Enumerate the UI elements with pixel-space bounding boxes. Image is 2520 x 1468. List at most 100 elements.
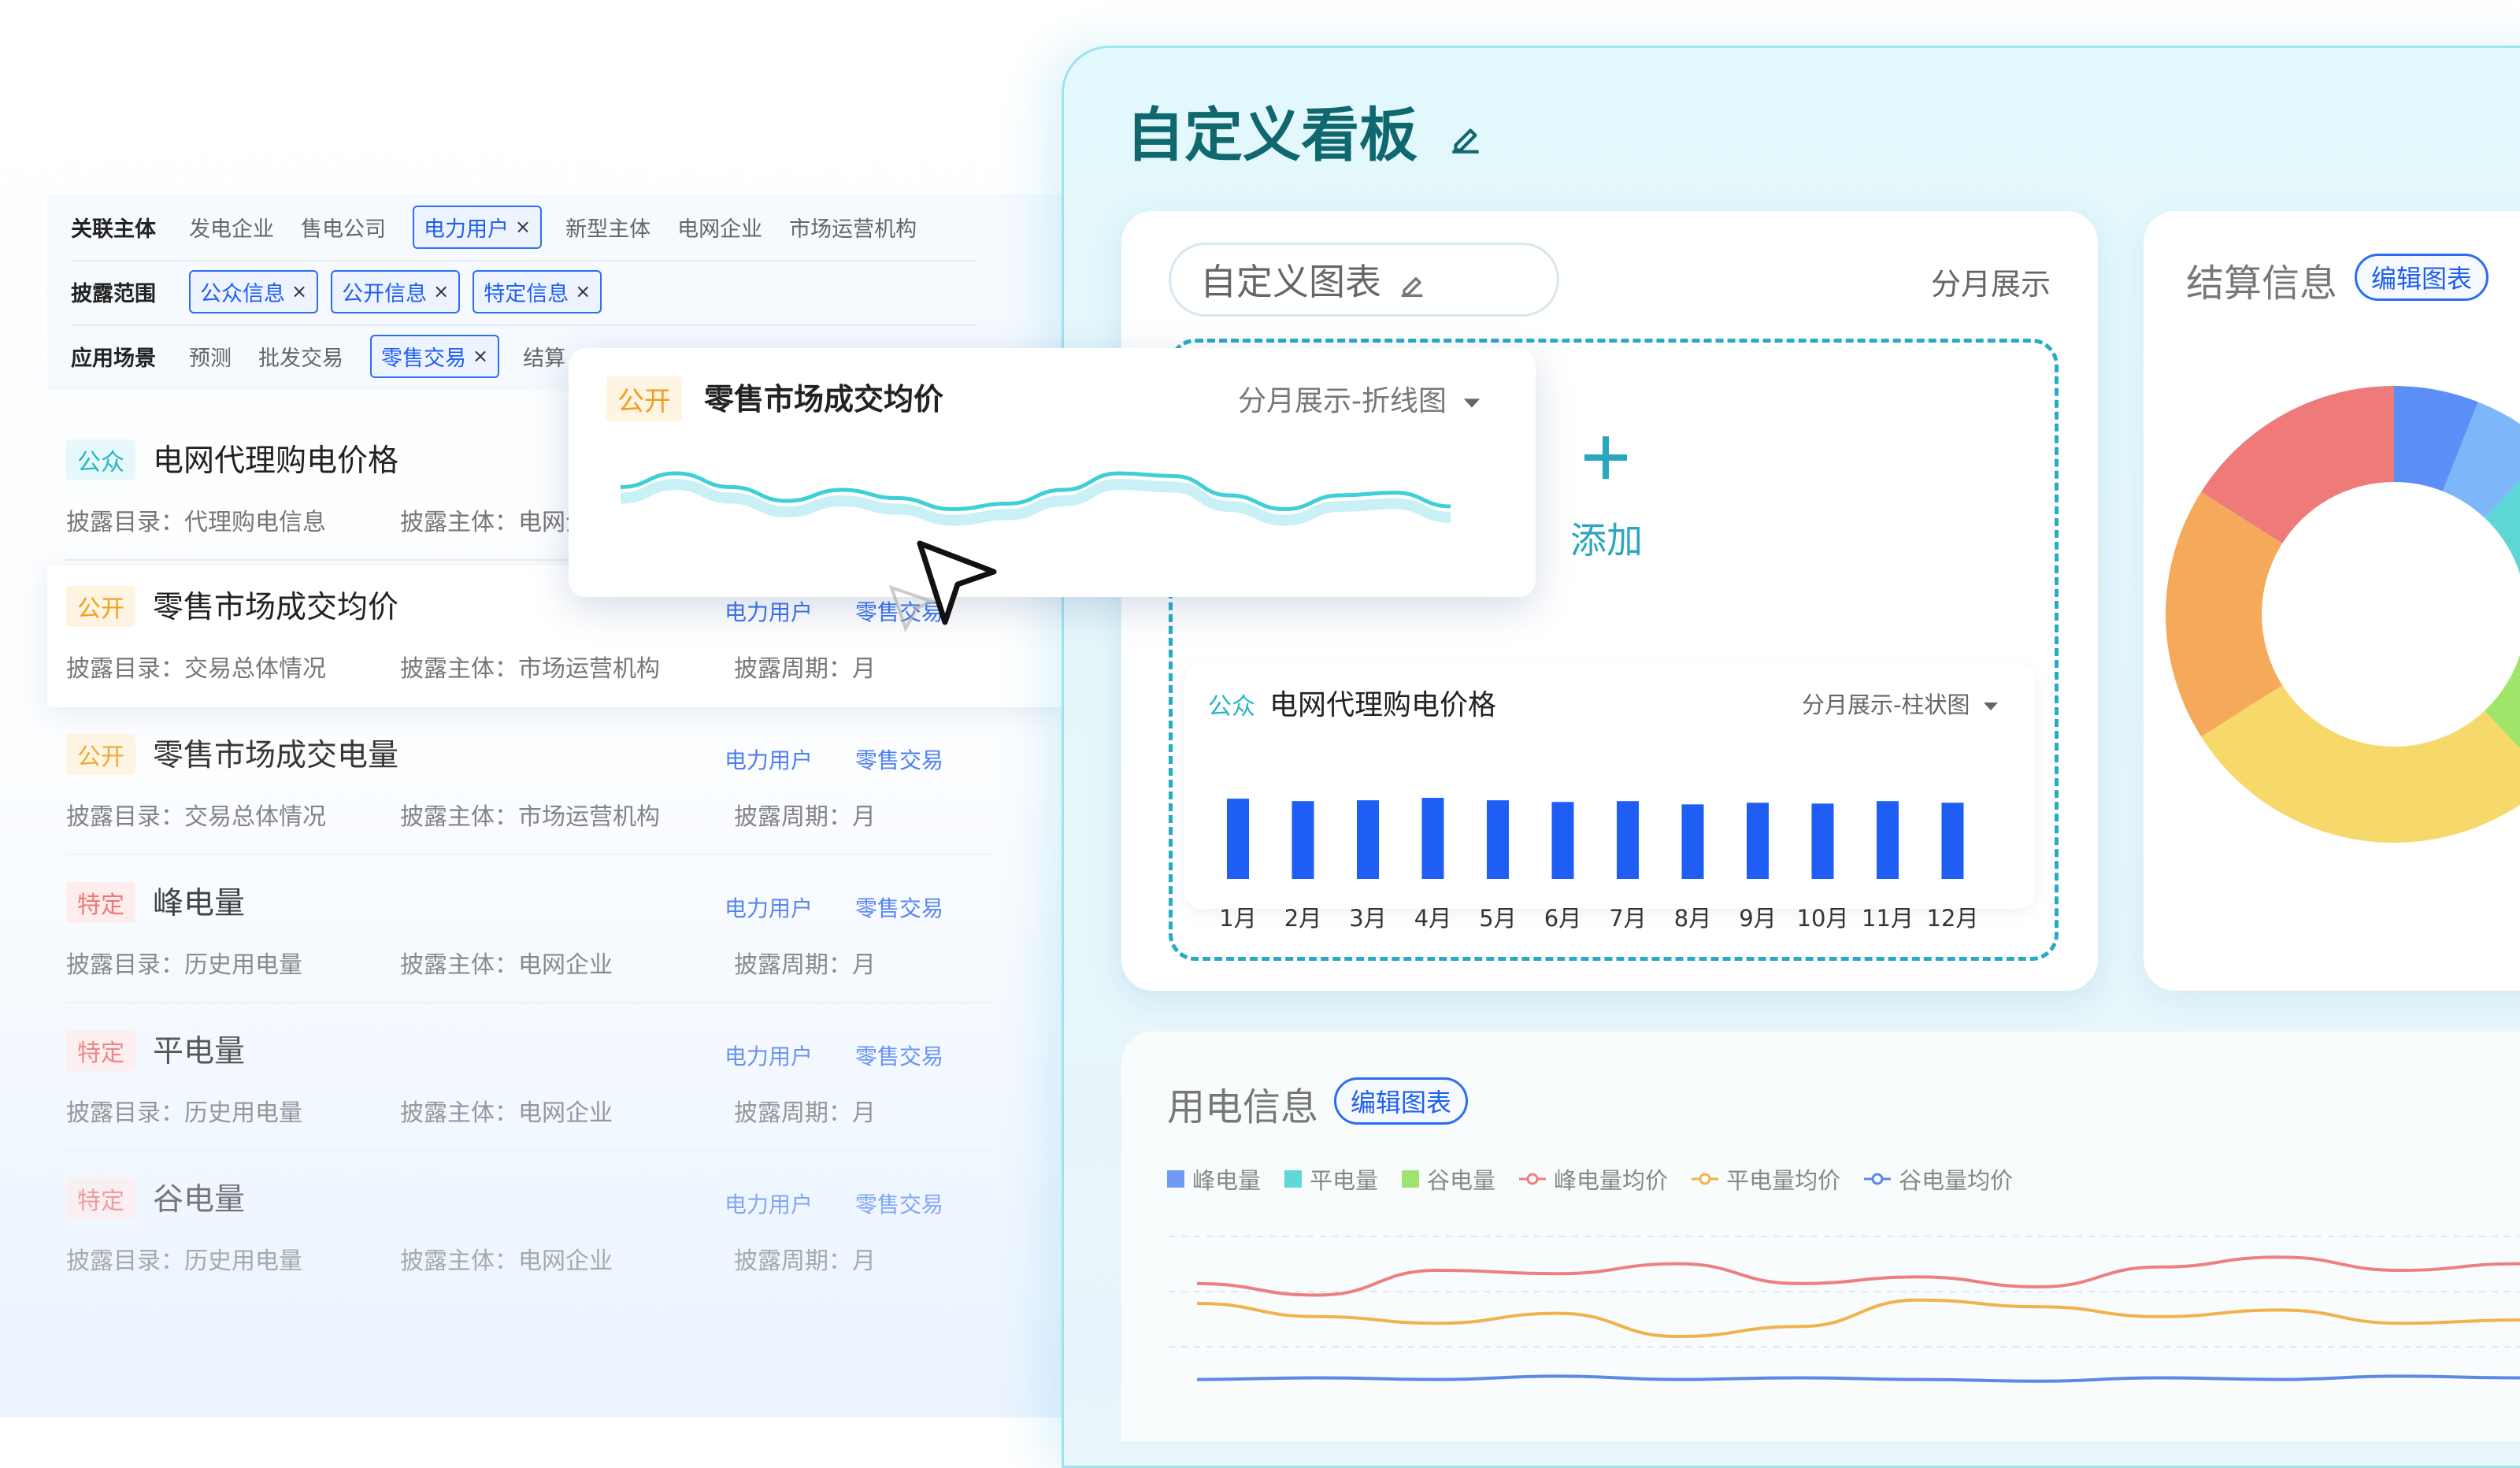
x-tick-label: 9月	[1739, 905, 1776, 932]
legend-label: 谷电量	[1427, 1167, 1496, 1194]
list-item[interactable]: 特定 谷电量 电力用户 零售交易 披露目录：历史用电量 披露主体：电网企业 披露…	[47, 1158, 1071, 1299]
filter-option[interactable]: 预测	[189, 341, 232, 372]
item-tag: 电力用户	[724, 1192, 813, 1218]
x-tick-label: 1月	[1219, 905, 1256, 932]
filter-chip-selected[interactable]: 公开信息 ×	[331, 269, 461, 313]
filter-option[interactable]: 新型主体	[565, 212, 650, 243]
x-tick-label: 4月	[1414, 905, 1451, 932]
display-mode[interactable]: 分月展示	[1931, 260, 2051, 303]
chip-label: 特定信息	[484, 281, 569, 306]
legend-item[interactable]: 平电量均价	[1692, 1162, 1840, 1196]
filter-chip-selected[interactable]: 公众信息 ×	[189, 269, 319, 313]
badge-specific: 特定	[66, 1178, 135, 1219]
mouse-cursor-icon	[888, 540, 997, 632]
legend-item[interactable]: 谷电量	[1402, 1162, 1495, 1196]
bar	[1877, 801, 1899, 879]
bar	[1617, 801, 1639, 879]
legend-line-icon	[1864, 1173, 1892, 1185]
legend-item[interactable]: 平电量	[1284, 1162, 1378, 1196]
legend-item[interactable]: 峰电量	[1167, 1162, 1261, 1196]
badge-public: 公众	[66, 439, 135, 480]
badge-specific: 特定	[66, 882, 135, 923]
item-catalog: 披露目录：代理购电信息	[66, 509, 326, 536]
bar	[1487, 800, 1509, 879]
edit-icon[interactable]	[1396, 269, 1428, 301]
close-icon[interactable]: ×	[433, 280, 449, 302]
chip-label: 电力用户	[424, 217, 509, 242]
legend-item[interactable]: 峰电量均价	[1519, 1162, 1668, 1196]
filter-option[interactable]: 售电公司	[301, 212, 386, 243]
chip-label: 公开信息	[342, 281, 428, 306]
bar	[1747, 803, 1769, 879]
badge-open: 公开	[66, 586, 135, 627]
list-item[interactable]: 特定 峰电量 电力用户 零售交易 披露目录：历史用电量 披露主体：电网企业 披露…	[47, 862, 1071, 1003]
badge-specific: 特定	[66, 1030, 135, 1071]
close-icon[interactable]: ×	[575, 280, 591, 302]
item-tag: 电力用户	[724, 599, 813, 625]
legend-label: 峰电量	[1192, 1167, 1262, 1194]
bar	[1551, 802, 1574, 879]
filter-label: 关联主体	[71, 217, 156, 242]
bar-chart: 1月 2月 3月 4月 5月 6月 7月 8月 9月 10月 11月 12月	[1219, 798, 1979, 932]
filter-option[interactable]: 发电企业	[189, 212, 274, 243]
item-period: 披露周期：月	[734, 951, 876, 979]
series-line	[1196, 1374, 2520, 1383]
divider	[66, 1150, 992, 1151]
donut-slice	[2201, 685, 2520, 843]
legend-label: 平电量均价	[1726, 1167, 1841, 1194]
filter-option[interactable]: 市场运营机构	[789, 212, 917, 243]
item-subject: 披露主体：电网企业	[400, 951, 613, 979]
x-tick-label: 5月	[1479, 905, 1516, 932]
x-tick-label: 8月	[1674, 905, 1711, 932]
filter-option[interactable]: 批发交易	[258, 341, 343, 372]
plus-icon[interactable]	[1578, 430, 1633, 485]
legend-swatch-icon	[1284, 1170, 1303, 1188]
x-tick-label: 12月	[1927, 905, 1979, 932]
edit-chart-button[interactable]: 编辑图表	[1334, 1077, 1469, 1125]
filter-row-scenario: 应用场景 预测 批发交易 零售交易 × 结算	[71, 332, 592, 380]
sparkline-chart	[620, 471, 1451, 526]
filter-chip-selected[interactable]: 特定信息 ×	[472, 269, 602, 313]
filter-chip-selected[interactable]: 电力用户 ×	[413, 205, 543, 249]
filter-option[interactable]: 电网企业	[677, 212, 762, 243]
list-item[interactable]: 公开 零售市场成交电量 电力用户 零售交易 披露目录：交易总体情况 披露主体：市…	[47, 714, 1071, 855]
item-catalog: 披露目录：历史用电量	[66, 1247, 302, 1275]
legend-line-icon	[1519, 1173, 1547, 1185]
legend-item[interactable]: 谷电量均价	[1864, 1162, 2013, 1196]
close-icon[interactable]: ×	[291, 280, 307, 302]
line-chart	[1169, 1236, 2520, 1383]
list-item[interactable]: 特定 平电量 电力用户 零售交易 披露目录：历史用电量 披露主体：电网企业 披露…	[47, 1010, 1071, 1151]
item-period: 披露周期：月	[734, 803, 876, 831]
power-info-title: 用电信息	[1167, 1085, 1319, 1129]
divider	[66, 1002, 992, 1003]
bar	[1292, 801, 1314, 879]
edit-icon[interactable]	[1446, 119, 1485, 158]
close-icon[interactable]: ×	[472, 345, 488, 367]
item-title: 平电量	[153, 1034, 246, 1069]
badge-open: 公开	[606, 376, 682, 421]
item-catalog: 披露目录：交易总体情况	[66, 803, 326, 831]
filter-chip-selected[interactable]: 零售交易 ×	[370, 334, 500, 378]
caret-down-icon	[1464, 399, 1480, 408]
filter-option[interactable]: 结算	[523, 341, 565, 372]
bar	[1811, 803, 1834, 879]
popup-title: 零售市场成交均价	[704, 382, 944, 417]
chart-mode-label: 分月展示-折线图	[1238, 385, 1447, 417]
chart-mode-dropdown[interactable]: 分月展示-折线图	[1238, 378, 1482, 419]
chart-name-text: 自定义图表	[1200, 261, 1381, 303]
item-subject: 披露主体：市场运营机构	[400, 655, 660, 683]
edit-chart-button[interactable]: 编辑图表	[2355, 254, 2489, 301]
chart-name[interactable]: 自定义图表	[1200, 254, 1428, 306]
item-catalog: 披露目录：历史用电量	[66, 951, 302, 979]
item-title: 电网代理购电价格	[153, 443, 399, 479]
close-icon[interactable]: ×	[515, 216, 531, 238]
legend-swatch-icon	[1167, 1170, 1184, 1188]
donut-chart	[2166, 386, 2520, 843]
item-tag: 电力用户	[724, 1044, 813, 1069]
settlement-title: 结算信息	[2186, 261, 2338, 306]
item-subject: 披露主体：电网企业	[400, 1247, 613, 1275]
item-tag: 零售交易	[855, 747, 944, 773]
item-title: 峰电量	[153, 886, 246, 921]
bar	[1941, 803, 1964, 879]
add-button-label[interactable]: 添加	[1570, 512, 1643, 564]
